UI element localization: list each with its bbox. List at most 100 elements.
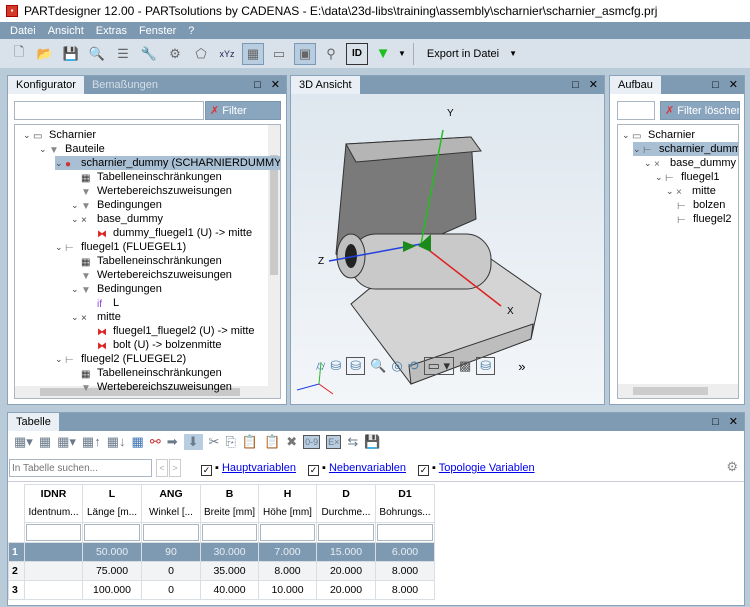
table-cell[interactable]: 0 (141, 561, 201, 581)
arrow-right-icon[interactable]: ➡ (167, 434, 178, 450)
column-header[interactable]: D1 (375, 484, 435, 504)
chevron-down-icon[interactable]: ⌄ (55, 156, 65, 170)
wrench-icon[interactable]: 🔧 (138, 43, 160, 65)
table-cell[interactable]: 6.000 (375, 542, 435, 562)
glasses-icon[interactable]: ⚲ (320, 43, 342, 65)
maximize-icon[interactable]: □ (254, 76, 261, 94)
tree-item[interactable]: ▦ Tabelleneinschränkungen (71, 366, 222, 380)
tree-item[interactable]: ▼ Wertebereichszuweisungen (71, 268, 232, 282)
aufbau-tree-item[interactable]: ⌄ ▭ Scharnier (622, 128, 695, 142)
table-cell[interactable]: 20.000 (316, 561, 376, 581)
tree-item[interactable]: ⧓ fluegel1_fluegel2 (U) -> mitte (87, 324, 255, 338)
paste-icon[interactable]: 📋 (242, 434, 258, 450)
hierarchy-icon[interactable]: ⚯ (150, 434, 161, 450)
table-cell[interactable]: 35.000 (200, 561, 259, 581)
aufbau-tree-item[interactable]: ⊢ bolzen (677, 198, 725, 212)
hauptvariablen-checkbox[interactable]: ✓ ▪ Hauptvariablen (201, 462, 296, 476)
tree-item[interactable]: ⌄ ▭ Scharnier (23, 128, 96, 142)
column-header[interactable]: H (258, 484, 317, 504)
dimension-view-icon[interactable]: ⛁ (476, 357, 496, 375)
column-header[interactable]: D (316, 484, 376, 504)
chevron-down-icon[interactable]: ⌄ (666, 184, 676, 198)
view-table-icon[interactable]: ▦ (132, 434, 144, 450)
tree-item[interactable]: ⌄ ▼ Bauteile (39, 142, 105, 156)
dimension-icon[interactable]: ▣ (294, 42, 316, 65)
table-search-input[interactable] (9, 459, 152, 477)
tree-item[interactable]: ⌄ × mitte (71, 310, 121, 324)
measure-dropdown[interactable]: ▭ ▾ (423, 357, 454, 375)
chevron-down-icon[interactable]: ⌄ (71, 212, 81, 226)
chevron-down-icon[interactable]: ⌄ (23, 128, 33, 142)
shape-icon[interactable]: ⬠ (190, 43, 212, 65)
table-cell[interactable]: 15.000 (316, 542, 376, 562)
number-format-icon[interactable]: 0-9 (303, 435, 321, 449)
chevron-down-icon[interactable]: ⌄ (655, 170, 665, 184)
rotate-icon[interactable]: ⟲ (408, 358, 419, 374)
open-folder-icon[interactable]: 📂 (34, 43, 56, 65)
new-file-icon[interactable]: 🗋 (8, 43, 30, 65)
search-icon[interactable]: 🔍 (86, 43, 108, 65)
column-header[interactable]: L (82, 484, 142, 504)
move-down-icon[interactable]: ▦↓ (107, 434, 126, 450)
table-cell[interactable]: 8.000 (375, 561, 435, 581)
paste-special-icon[interactable]: 📋 (264, 434, 280, 450)
xyz-icon[interactable]: xYz (216, 43, 238, 65)
column-header[interactable]: B (200, 484, 259, 504)
table-cell[interactable]: 0 (141, 580, 201, 600)
nebenvariablen-checkbox[interactable]: ✓ ▪ Nebenvariablen (307, 462, 406, 476)
close-icon[interactable]: ✕ (729, 76, 738, 94)
green-triangle-icon[interactable]: ▼ (372, 43, 394, 65)
table-cell[interactable] (24, 542, 83, 562)
tree-item[interactable]: ⧓ dummy_fluegel1 (U) -> mitte (87, 226, 252, 240)
tab-bemassungen[interactable]: Bemaßungen (84, 76, 166, 94)
export-dropdown-icon[interactable]: ▼ (509, 49, 517, 58)
part-icon[interactable]: ▭ (268, 43, 290, 65)
bolt-icon[interactable]: ⚙ (164, 43, 186, 65)
table-row[interactable]: 1 50.000 90 30.000 7.000 15.000 6.000 (8, 542, 435, 562)
tab-aufbau[interactable]: Aufbau (610, 76, 661, 94)
tree-item[interactable]: ▦ Tabelleneinschränkungen (71, 170, 222, 184)
insert-column-icon[interactable]: ▦▾ (57, 434, 76, 450)
settings-gear-icon[interactable]: ⚙ (726, 459, 738, 475)
tab-3d-ansicht[interactable]: 3D Ansicht (291, 76, 360, 94)
table-cell[interactable]: 30.000 (200, 542, 259, 562)
maximize-icon[interactable]: □ (712, 413, 719, 431)
menu-ansicht[interactable]: Ansicht (48, 25, 84, 37)
column-filter-input[interactable] (318, 524, 374, 541)
more-icon[interactable]: » (518, 359, 525, 374)
column-header[interactable]: ANG (141, 484, 201, 504)
aufbau-tree-item[interactable]: ⌄ × mitte (666, 184, 716, 198)
aufbau-tree-item[interactable]: ⌄ ⊢ scharnier_dummy (633, 142, 738, 156)
table-cell[interactable]: 90 (141, 542, 201, 562)
zoom-window-icon[interactable]: ◎ (391, 358, 402, 374)
column-filter-input[interactable] (202, 524, 257, 541)
dropdown-arrow-icon[interactable]: ▼ (398, 49, 406, 58)
table-cell[interactable]: 7.000 (258, 542, 317, 562)
copy-icon[interactable]: ⎘ (225, 434, 235, 450)
maximize-icon[interactable]: □ (572, 76, 579, 94)
tree-item[interactable]: ⌄ × base_dummy (71, 212, 163, 226)
tree-item[interactable]: if L (87, 296, 119, 310)
save-table-icon[interactable]: 💾 (364, 434, 380, 450)
column-filter-input[interactable] (260, 524, 315, 541)
aufbau-tree-item[interactable]: ⌄ ⊢ fluegel1 (655, 170, 720, 184)
cut-icon[interactable]: ✂ (209, 434, 220, 450)
move-up-icon[interactable]: ▦↑ (82, 434, 101, 450)
tree-item[interactable]: ⌄ ▼ Bedingungen (71, 198, 162, 212)
chevron-down-icon[interactable]: ⌄ (71, 198, 81, 212)
horizontal-scrollbar[interactable] (618, 384, 738, 398)
tree-item[interactable]: ⧓ bolt (U) -> bolzenmitte (87, 338, 222, 352)
chevron-down-icon[interactable]: ⌄ (71, 282, 81, 296)
mesh-icon[interactable]: ▩ (459, 358, 471, 374)
insert-row-icon[interactable]: ▦▾ (14, 434, 33, 450)
table-cell[interactable] (24, 580, 83, 600)
table-cell[interactable]: 10.000 (258, 580, 317, 600)
column-filter-input[interactable] (377, 524, 433, 541)
row-number[interactable]: 2 (8, 561, 25, 581)
maximize-icon[interactable]: □ (712, 76, 719, 94)
table-cell[interactable]: 40.000 (200, 580, 259, 600)
tree-item[interactable]: ⌄ ⊢ fluegel2 (FLUEGEL2) (55, 352, 186, 366)
exponent-format-icon[interactable]: E× (326, 435, 342, 449)
shaded-cylinder-icon[interactable]: ⛁ (330, 358, 341, 374)
tree-item[interactable]: ⌄ ▼ Bedingungen (71, 282, 162, 296)
